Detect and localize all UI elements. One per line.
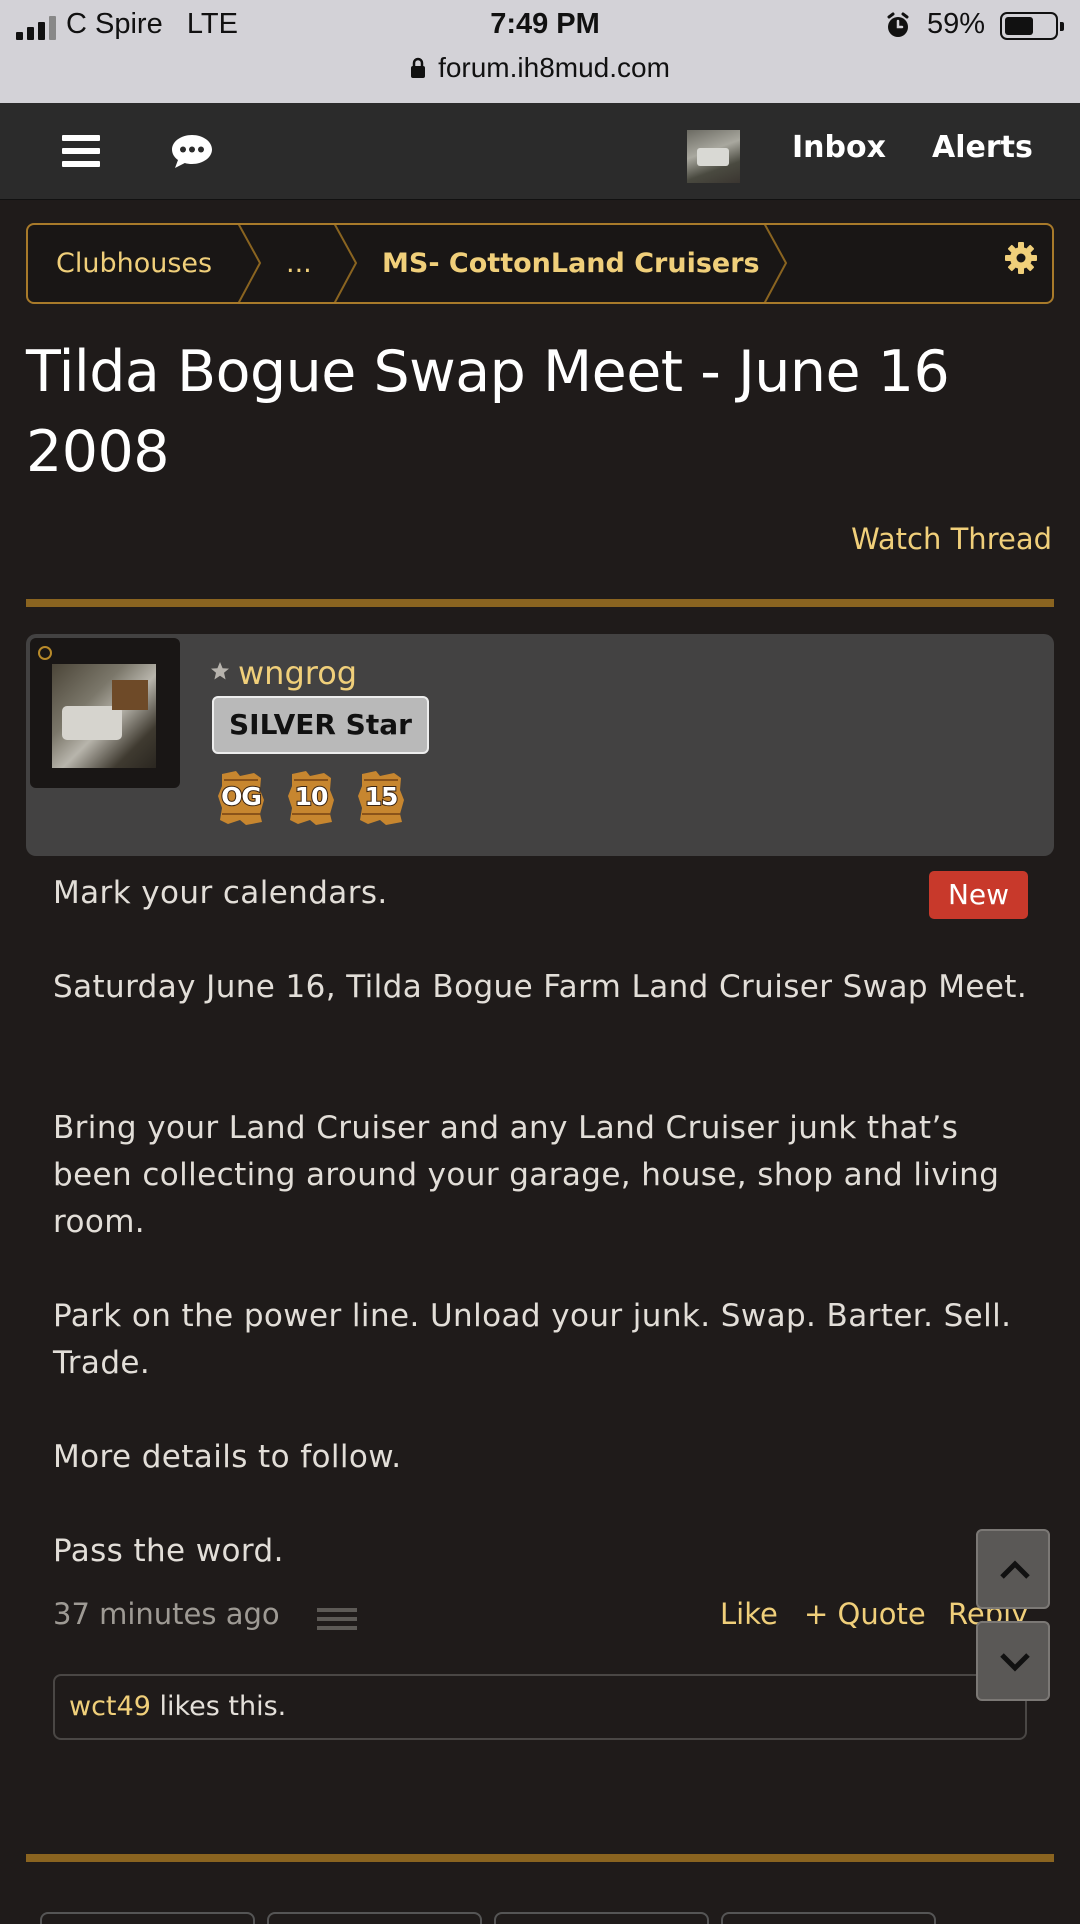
post-timestamp[interactable]: 37 minutes ago <box>53 1597 280 1631</box>
address-bar[interactable]: forum.ih8mud.com <box>0 52 1080 84</box>
url-text: forum.ih8mud.com <box>438 52 670 83</box>
author-username[interactable]: wngrog <box>238 654 357 692</box>
breadcrumb-separator <box>333 225 358 302</box>
gear-icon[interactable] <box>1004 241 1038 275</box>
breadcrumb: Clubhouses ... MS- CottonLand Cruisers <box>26 223 1054 304</box>
watch-thread-link[interactable]: Watch Thread <box>851 522 1052 556</box>
inbox-link[interactable]: Inbox <box>792 130 886 165</box>
post-paragraph: Park on the power line. Unload your junk… <box>53 1298 1012 1381</box>
clock: 7:49 PM <box>490 8 600 40</box>
breadcrumb-cottonland-cruisers[interactable]: MS- CottonLand Cruisers <box>382 225 760 302</box>
trophy-label: OG <box>220 781 263 812</box>
rank-badge: SILVER Star <box>212 696 429 754</box>
battery-percent: 59% <box>927 8 986 40</box>
breadcrumb-separator <box>237 225 262 302</box>
quote-button[interactable]: + Quote <box>804 1597 926 1631</box>
scroll-up-button[interactable] <box>976 1529 1050 1609</box>
like-button[interactable]: Like <box>720 1597 778 1631</box>
top-nav-bar: Inbox Alerts <box>0 103 1080 200</box>
post-paragraph: More details to follow. <box>53 1439 402 1475</box>
breadcrumb-ellipsis[interactable]: ... <box>286 225 312 302</box>
trophy-icon[interactable]: 15 <box>356 770 406 826</box>
trophy-list: OG 10 15 <box>216 770 406 826</box>
trophy-label: 10 <box>294 781 330 812</box>
post-paragraph: Pass the word. <box>53 1533 284 1569</box>
divider <box>26 599 1054 607</box>
post-paragraph: Mark your calendars. <box>53 875 388 911</box>
user-avatar[interactable] <box>687 130 740 183</box>
post-paragraph: Bring your Land Cruiser and any Land Cru… <box>53 1110 1000 1240</box>
menu-icon[interactable] <box>62 135 100 169</box>
thread-title: Tilda Bogue Swap Meet - June 16 2008 <box>26 339 950 485</box>
trophy-icon[interactable]: 10 <box>286 770 336 826</box>
ios-status-bar: C Spire LTE 7:49 PM 59% forum.ih8mud.com <box>0 0 1080 103</box>
trophy-label: 15 <box>364 781 400 812</box>
trophy-icon[interactable]: OG <box>216 770 266 826</box>
chat-bubble-icon[interactable] <box>170 133 214 171</box>
chevron-down-icon <box>1000 1653 1030 1672</box>
post-author-card: wngrog SILVER Star OG 10 15 <box>26 634 1054 856</box>
alarm-icon <box>887 12 909 37</box>
scroll-down-button[interactable] <box>976 1621 1050 1701</box>
likes-text: likes this. <box>159 1691 287 1722</box>
breadcrumb-clubhouses[interactable]: Clubhouses <box>56 225 212 302</box>
footer-tab-strip <box>40 1912 936 1924</box>
star-icon <box>211 662 229 680</box>
alerts-link[interactable]: Alerts <box>932 130 1033 165</box>
chevron-up-icon <box>1000 1560 1030 1579</box>
breadcrumb-separator <box>763 225 788 302</box>
lock-icon <box>411 57 426 78</box>
likes-summary: wct49 likes this. <box>53 1674 1027 1740</box>
liker-username[interactable]: wct49 <box>69 1691 151 1722</box>
online-indicator <box>38 646 52 660</box>
author-avatar-frame <box>30 638 180 788</box>
battery-icon <box>1000 12 1064 40</box>
divider <box>26 1854 1054 1862</box>
new-badge: New <box>929 871 1028 919</box>
post-paragraph: Saturday June 16, Tilda Bogue Farm Land … <box>53 969 1028 1005</box>
author-avatar[interactable] <box>52 664 156 768</box>
post-controls-menu-icon[interactable] <box>317 1608 357 1632</box>
